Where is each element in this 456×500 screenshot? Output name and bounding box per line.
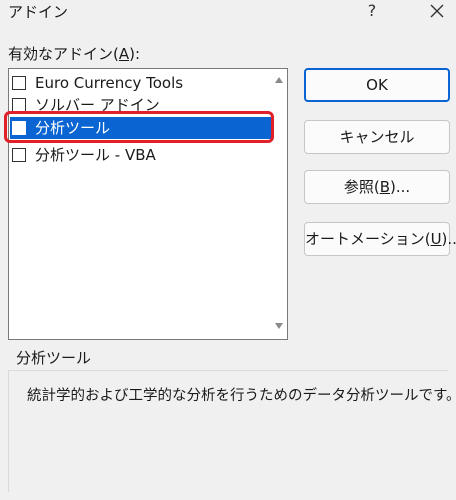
automation-button-suffix: )...	[441, 230, 456, 248]
browse-button[interactable]: 参照(B)...	[304, 170, 450, 204]
list-item-solver-addin[interactable]: ソルバー アドイン	[10, 94, 271, 116]
browse-button-suffix: )...	[390, 178, 411, 196]
list-scrollbar[interactable]	[271, 69, 287, 339]
checkbox-euro-currency-tools[interactable]	[12, 76, 26, 90]
browse-button-prefix: 参照(	[343, 178, 380, 196]
addins-list-label-accel: A	[118, 45, 130, 63]
cancel-button[interactable]: キャンセル	[304, 120, 450, 154]
help-button[interactable]: ?	[358, 0, 386, 24]
checkbox-analysis-toolpak[interactable]	[12, 121, 26, 135]
automation-button-prefix: オートメーション(	[305, 230, 431, 248]
scroll-up-arrow-icon[interactable]	[274, 75, 284, 85]
title-bar: アドイン ?	[0, 0, 456, 26]
list-item-label: 分析ツール	[35, 119, 111, 137]
description-text: 統計学的および工学的な分析を行うためのデータ分析ツールです。	[27, 388, 456, 404]
list-item-label: ソルバー アドイン	[35, 96, 160, 114]
addins-list[interactable]: Euro Currency Tools ソルバー アドイン 分析ツール 分析ツー…	[8, 68, 288, 340]
checkbox-solver-addin[interactable]	[12, 98, 26, 112]
addins-list-label-text: 有効なアドイン(	[8, 45, 119, 63]
list-item-euro-currency-tools[interactable]: Euro Currency Tools	[10, 72, 271, 94]
addins-list-items: Euro Currency Tools ソルバー アドイン 分析ツール 分析ツー…	[9, 69, 271, 339]
list-item-label: Euro Currency Tools	[35, 74, 184, 92]
window-title: アドイン	[8, 3, 69, 21]
addins-list-label-tail: ):	[129, 45, 141, 63]
close-icon	[430, 4, 444, 18]
description-title: 分析ツール	[16, 349, 92, 367]
automation-button[interactable]: オートメーション(U)...	[304, 222, 456, 256]
list-item-analysis-toolpak[interactable]: 分析ツール	[10, 117, 271, 139]
ok-button[interactable]: OK	[304, 68, 450, 102]
close-button[interactable]	[422, 0, 452, 24]
list-item-label: 分析ツール - VBA	[35, 146, 156, 164]
addins-list-label: 有効なアドイン(A):	[8, 44, 140, 64]
automation-button-accel: U	[430, 230, 442, 248]
scroll-down-arrow-icon[interactable]	[274, 321, 284, 331]
checkbox-analysis-toolpak-vba[interactable]	[12, 148, 26, 162]
browse-button-accel: B	[379, 178, 390, 196]
description-group: 分析ツール 統計学的および工学的な分析を行うためのデータ分析ツールです。	[8, 342, 456, 492]
description-box: 統計学的および工学的な分析を行うためのデータ分析ツールです。	[8, 370, 456, 492]
list-item-analysis-toolpak-vba[interactable]: 分析ツール - VBA	[10, 144, 271, 166]
